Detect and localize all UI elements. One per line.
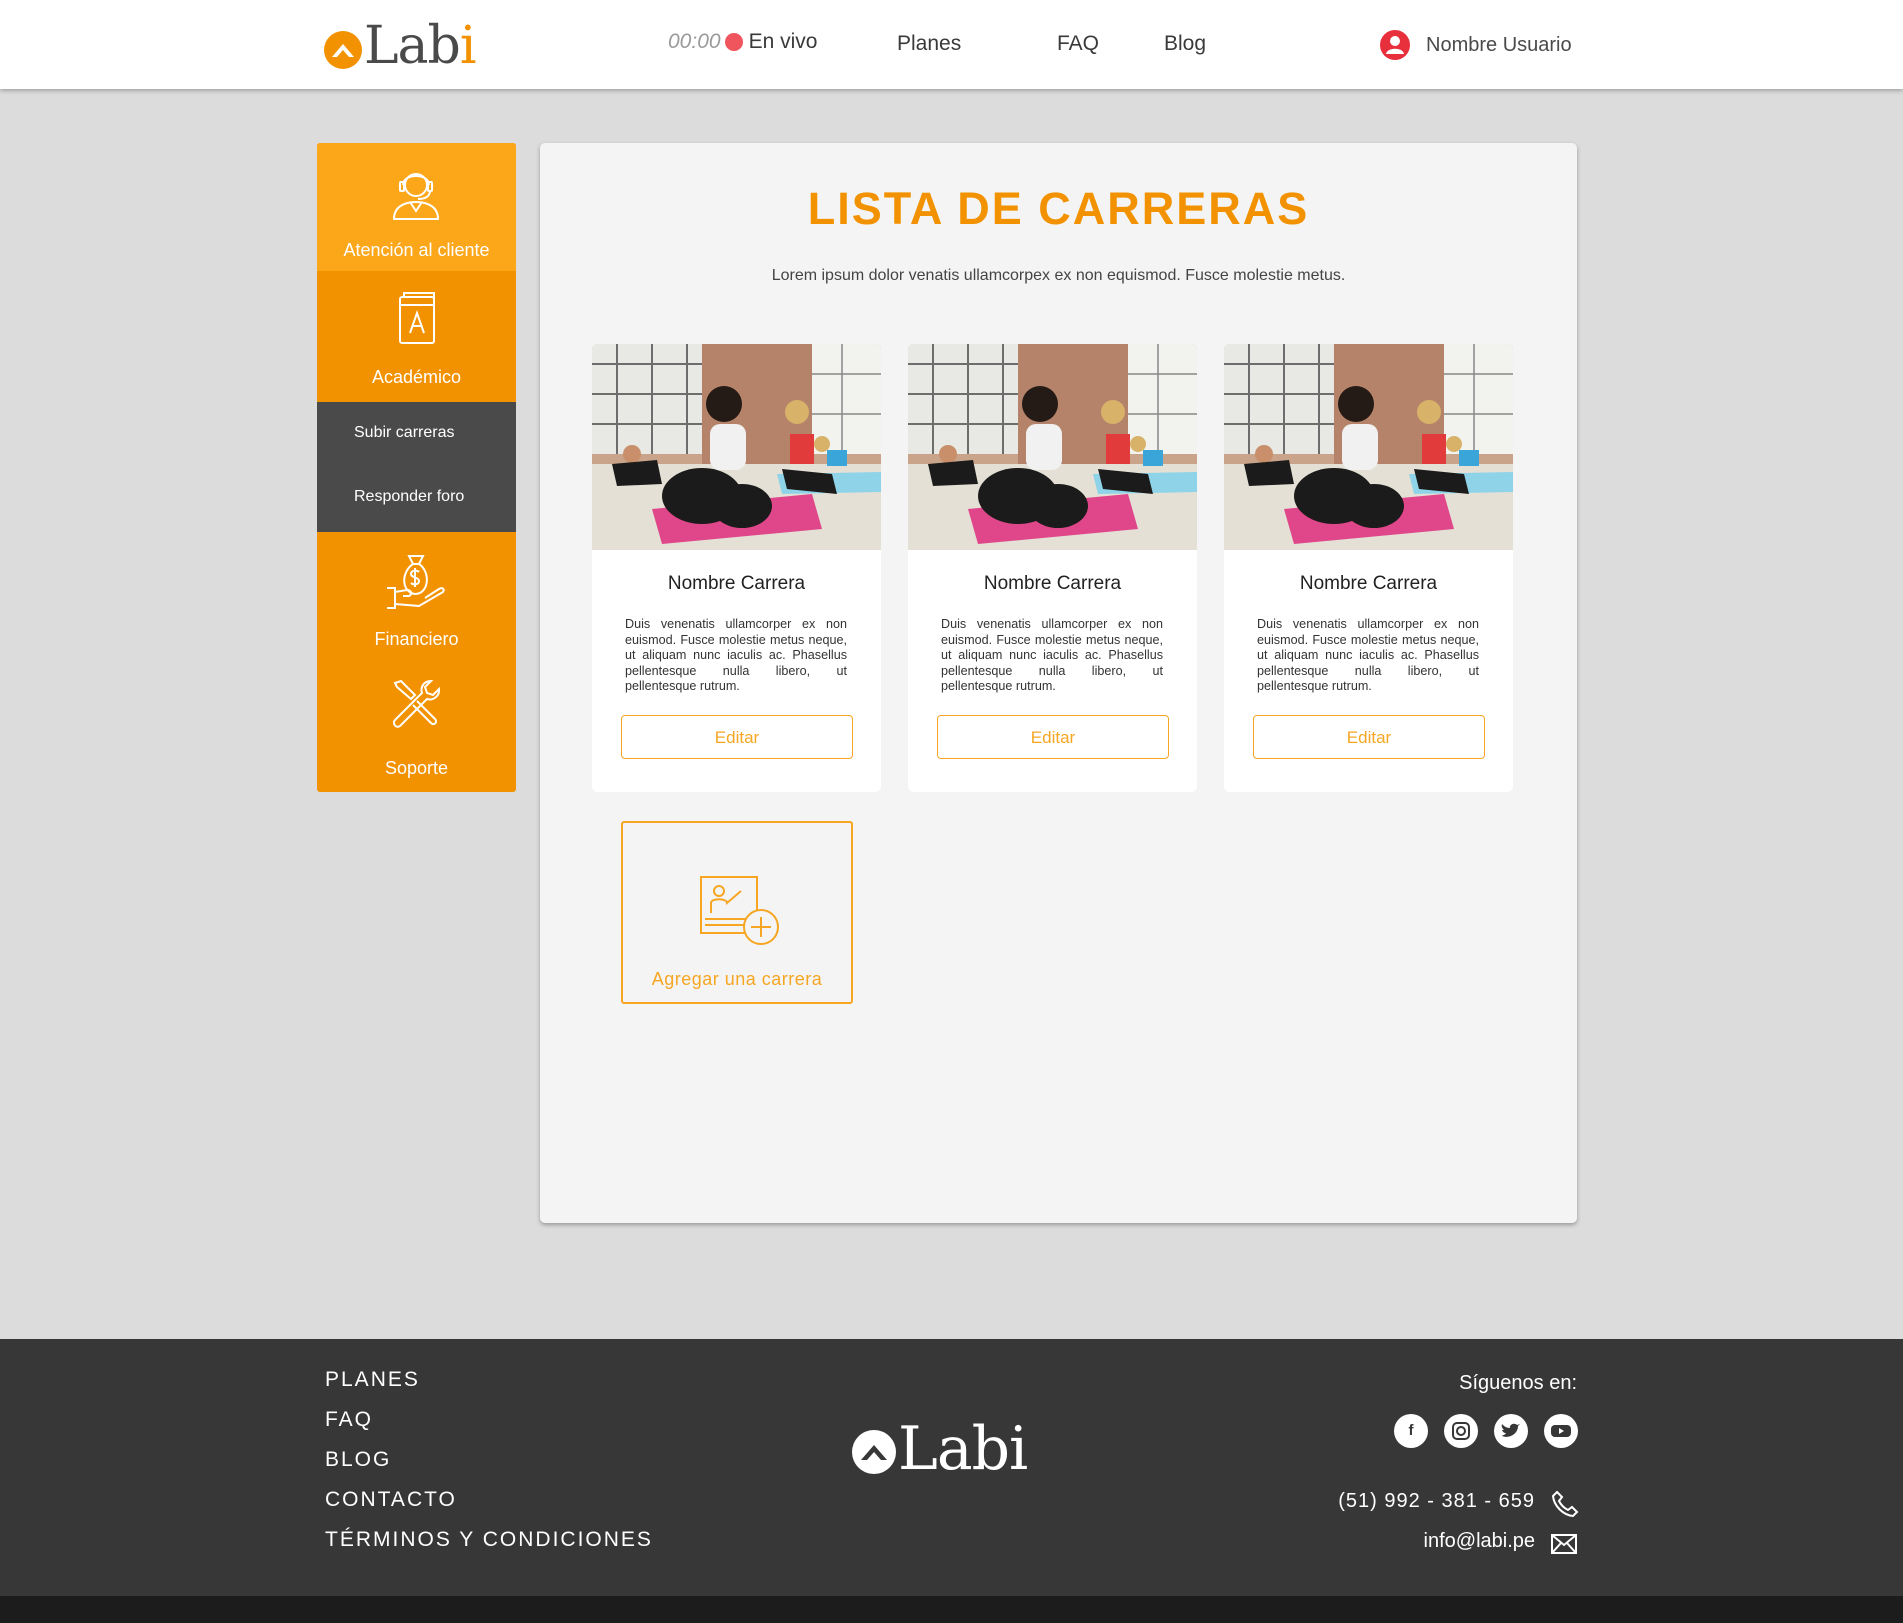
youtube-icon[interactable] xyxy=(1544,1414,1578,1448)
live-timer: 00:00 xyxy=(668,30,721,53)
footer-link-contacto[interactable]: CONTACTO xyxy=(325,1488,457,1512)
career-card: Nombre Carrera Duis venenatis ullamcorpe… xyxy=(592,344,881,792)
live-dot-icon xyxy=(724,33,743,51)
nav-faq[interactable]: FAQ xyxy=(1057,32,1099,56)
sidebar-item-soporte[interactable]: Soporte xyxy=(317,662,516,792)
top-header: Labi 00:00 En vivo Planes FAQ Blog Nombr… xyxy=(0,0,1903,89)
live-label: En vivo xyxy=(748,30,818,53)
career-card: Nombre Carrera Duis venenatis ullamcorpe… xyxy=(1224,344,1513,792)
edit-button[interactable]: Editar xyxy=(937,715,1169,759)
add-presentation-icon xyxy=(700,876,779,945)
career-title: Nombre Carrera xyxy=(667,573,806,594)
edit-button[interactable]: Editar xyxy=(1253,715,1485,759)
career-description: Duis venenatis ullamcorper ex non euismo… xyxy=(941,617,1163,693)
page-subtitle: Lorem ipsum dolor venatis ullamcorpex ex… xyxy=(771,267,1346,284)
footer-email[interactable]: info@labi.pe xyxy=(1300,1530,1535,1553)
nav-planes[interactable]: Planes xyxy=(897,32,961,56)
nav-blog[interactable]: Blog xyxy=(1164,32,1206,56)
career-image xyxy=(592,344,881,550)
mail-icon xyxy=(1551,1534,1577,1554)
footer-logo-text: Labi xyxy=(898,1414,1028,1484)
footer-link-blog[interactable]: BLOG xyxy=(325,1448,391,1472)
sidebar-item-academico[interactable]: Académico xyxy=(317,271,516,402)
add-career-label: Agregar una carrera xyxy=(651,969,823,989)
footer-phone[interactable]: (51) 992 - 381 - 659 xyxy=(1300,1490,1535,1513)
sidebar-item-label: Financiero xyxy=(374,629,459,649)
main-panel: LISTA DE CARRERAS Lorem ipsum dolor vena… xyxy=(540,143,1577,1223)
footer-logo[interactable]: Labi xyxy=(852,1414,1028,1484)
logo-text: Labi xyxy=(364,16,476,76)
sidebar-item-financiero[interactable]: Financiero xyxy=(317,532,516,662)
sidebar-item-label: Académico xyxy=(371,367,462,387)
follow-label: Síguenos en: xyxy=(1459,1372,1577,1394)
sidebar-item-label: Atención al cliente xyxy=(343,240,490,260)
headset-icon xyxy=(392,173,440,220)
edit-button[interactable]: Editar xyxy=(621,715,853,759)
money-bag-icon xyxy=(387,555,445,609)
labi-logo[interactable]: Labi xyxy=(324,16,476,76)
user-name: Nombre Usuario xyxy=(1426,33,1572,56)
footer-logo-mark-icon xyxy=(852,1430,896,1474)
footer-link-planes[interactable]: PLANES xyxy=(325,1368,420,1392)
instagram-icon[interactable] xyxy=(1444,1414,1478,1448)
footer: PLANES FAQ BLOG CONTACTO TÉRMINOS Y COND… xyxy=(0,1339,1903,1596)
career-image xyxy=(1224,344,1513,550)
career-description: Duis venenatis ullamcorper ex non euismo… xyxy=(1257,617,1479,693)
footer-bottom-bar xyxy=(0,1596,1903,1623)
phone-icon xyxy=(1551,1490,1579,1518)
user-avatar-icon xyxy=(1380,30,1410,60)
career-title: Nombre Carrera xyxy=(983,573,1122,594)
career-title: Nombre Carrera xyxy=(1299,573,1438,594)
sidebar-item-label: Soporte xyxy=(384,758,449,778)
page-title: LISTA DE CARRERAS xyxy=(807,183,1310,234)
submenu-responder-foro[interactable]: Responder foro xyxy=(354,488,464,506)
facebook-icon[interactable]: f xyxy=(1394,1414,1428,1448)
footer-link-faq[interactable]: FAQ xyxy=(325,1408,373,1432)
book-icon xyxy=(399,292,435,344)
logo-mark-icon xyxy=(324,31,362,69)
submenu-subir-carreras[interactable]: Subir carreras xyxy=(354,424,454,442)
live-status[interactable]: 00:00 En vivo xyxy=(668,30,817,54)
career-card: Nombre Carrera Duis venenatis ullamcorpe… xyxy=(908,344,1197,792)
tools-icon xyxy=(392,679,441,728)
sidebar-item-atencion[interactable]: Atención al cliente xyxy=(317,143,516,271)
add-career-button[interactable]: Agregar una carrera xyxy=(621,821,853,1004)
social-links: f xyxy=(1394,1414,1594,1448)
sidebar: Atención al cliente Académico Subir carr… xyxy=(317,143,516,792)
career-description: Duis venenatis ullamcorper ex non euismo… xyxy=(625,617,847,693)
user-menu[interactable]: Nombre Usuario xyxy=(1380,30,1572,60)
footer-link-terminos[interactable]: TÉRMINOS Y CONDICIONES xyxy=(325,1528,653,1552)
twitter-icon[interactable] xyxy=(1494,1414,1528,1448)
academico-submenu: Subir carreras Responder foro xyxy=(317,402,516,532)
career-image xyxy=(908,344,1197,550)
